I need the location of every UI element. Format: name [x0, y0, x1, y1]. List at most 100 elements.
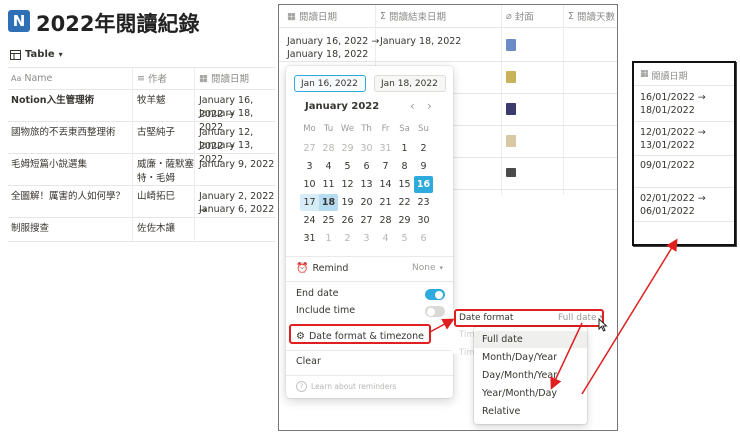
- row-date-end[interactable]: January 6, 2022: [199, 203, 274, 217]
- calendar-day[interactable]: 13: [357, 176, 376, 193]
- format-option-relative[interactable]: Relative: [482, 406, 520, 417]
- format-option-ymd[interactable]: Year/Month/Day: [482, 388, 557, 399]
- table-view-selector[interactable]: Table ▾: [10, 49, 63, 60]
- cover-thumbnail[interactable]: [506, 135, 516, 147]
- calendar-day[interactable]: 10: [300, 176, 319, 193]
- weekday-label: Su: [418, 124, 429, 134]
- calendar-icon: ▦: [199, 72, 208, 84]
- format-option-dmy[interactable]: Day/Month/Year: [482, 370, 557, 381]
- calendar-day[interactable]: 7: [376, 158, 395, 175]
- calendar-day[interactable]: 24: [300, 212, 319, 229]
- calendar-day[interactable]: 6: [357, 158, 376, 175]
- column-header-author[interactable]: ≡ 作者: [137, 67, 167, 89]
- calendar-day[interactable]: 9: [414, 158, 433, 175]
- prev-month-button[interactable]: ‹: [410, 99, 415, 113]
- calendar-day[interactable]: 31: [376, 140, 395, 157]
- row-date-start[interactable]: January 9, 2022: [199, 158, 274, 172]
- row-author[interactable]: 牧羊魃: [137, 94, 166, 108]
- calendar-day[interactable]: 28: [376, 212, 395, 229]
- calendar-day[interactable]: 3: [357, 230, 376, 247]
- calendar-day[interactable]: 30: [357, 140, 376, 157]
- calendar-day[interactable]: 29: [395, 212, 414, 229]
- learn-reminders-link[interactable]: ? Learn about reminders: [296, 381, 396, 392]
- calendar-day[interactable]: 5: [338, 158, 357, 175]
- remind-row[interactable]: ⏰ Remind: [296, 263, 348, 274]
- result-date-start[interactable]: 16/01/2022 →: [640, 91, 706, 105]
- remind-select[interactable]: None ▾: [412, 263, 443, 273]
- cover-thumbnail[interactable]: [506, 71, 516, 83]
- date-cell-start[interactable]: January 16, 2022 →: [287, 35, 379, 49]
- calendar-day[interactable]: 27: [357, 212, 376, 229]
- column-header-cover[interactable]: ⌀ 封面: [506, 5, 534, 27]
- calendar-day[interactable]: 19: [338, 194, 357, 211]
- result-date-start[interactable]: 09/01/2022: [640, 159, 695, 173]
- result-column-header[interactable]: ▦ 閱讀日期: [640, 69, 688, 82]
- row-author[interactable]: 古堅純子: [137, 126, 175, 140]
- row-name[interactable]: 制服搜查: [11, 222, 49, 236]
- row-name[interactable]: 國物旅的不丟東西整理術: [11, 126, 116, 140]
- calendar-day[interactable]: 2: [414, 140, 433, 157]
- calendar-day[interactable]: 30: [414, 212, 433, 229]
- include-time-toggle[interactable]: [425, 306, 445, 317]
- calendar-day[interactable]: 16: [414, 176, 433, 193]
- column-header-date[interactable]: ▦ 閱讀日期: [199, 67, 249, 89]
- calendar-day[interactable]: 20: [357, 194, 376, 211]
- result-date-end[interactable]: 18/01/2022: [640, 104, 695, 118]
- end-date-cell[interactable]: January 18, 2022: [380, 35, 461, 49]
- row-name[interactable]: 毛姆短篇小說選集: [11, 158, 87, 172]
- calendar-day[interactable]: 1: [319, 230, 338, 247]
- calendar-day[interactable]: 3: [300, 158, 319, 175]
- calendar-day[interactable]: 17: [300, 194, 319, 211]
- calendar-day[interactable]: 27: [300, 140, 319, 157]
- calendar-day[interactable]: 23: [414, 194, 433, 211]
- calendar-day[interactable]: 31: [300, 230, 319, 247]
- column-header-end-date[interactable]: Σ 閱讀結束日期: [380, 5, 446, 27]
- calendar-day[interactable]: 21: [376, 194, 395, 211]
- row-author[interactable]: 威廉・薩默塞特・毛姆: [137, 158, 195, 186]
- end-date-label: End date: [296, 288, 339, 299]
- calendar-day[interactable]: 2: [338, 230, 357, 247]
- date-cell-end[interactable]: January 18, 2022: [287, 48, 368, 62]
- calendar-day[interactable]: 6: [414, 230, 433, 247]
- cover-thumbnail[interactable]: [506, 39, 516, 51]
- column-header-days[interactable]: Σ 閱讀天數: [568, 5, 615, 27]
- date-picker-popup: Jan 16, 2022 Jan 18, 2022 January 2022 ‹…: [286, 66, 453, 398]
- calendar-day[interactable]: 4: [376, 230, 395, 247]
- calendar-day[interactable]: 11: [319, 176, 338, 193]
- calendar-day[interactable]: 15: [395, 176, 414, 193]
- calendar-day[interactable]: 28: [319, 140, 338, 157]
- calendar-day[interactable]: 26: [338, 212, 357, 229]
- result-date-end[interactable]: 13/01/2022: [640, 139, 695, 153]
- calendar-day[interactable]: 1: [395, 140, 414, 157]
- cover-thumbnail[interactable]: [506, 168, 516, 177]
- end-date-input[interactable]: Jan 18, 2022: [374, 75, 446, 92]
- page-title[interactable]: 2022年閱讀紀錄: [36, 8, 199, 38]
- calendar-day[interactable]: 18: [319, 194, 338, 211]
- alarm-clock-icon: ⏰: [296, 263, 309, 274]
- format-option-mdy[interactable]: Month/Day/Year: [482, 352, 557, 363]
- clear-button[interactable]: Clear: [296, 356, 321, 367]
- result-date-start[interactable]: 12/01/2022 →: [640, 126, 706, 140]
- start-date-input[interactable]: Jan 16, 2022: [294, 75, 366, 92]
- row-author[interactable]: 山崎拓巳: [137, 190, 175, 204]
- calendar-day[interactable]: 29: [338, 140, 357, 157]
- calendar-day[interactable]: 8: [395, 158, 414, 175]
- calendar-day[interactable]: 5: [395, 230, 414, 247]
- next-month-button[interactable]: ›: [427, 99, 432, 113]
- row-name[interactable]: Notion入生管理術: [11, 94, 94, 108]
- calendar-day[interactable]: 12: [338, 176, 357, 193]
- page-icon[interactable]: N: [8, 10, 30, 32]
- calendar-day[interactable]: 25: [319, 212, 338, 229]
- end-date-toggle[interactable]: [425, 289, 445, 300]
- column-header-name[interactable]: Aa Name: [11, 67, 52, 89]
- row-name[interactable]: 全圖解！厲害的人如何學？: [11, 190, 125, 204]
- calendar-day[interactable]: 14: [376, 176, 395, 193]
- column-header-date[interactable]: ▦ 閱讀日期: [287, 5, 337, 27]
- format-option-full-date[interactable]: Full date: [482, 334, 523, 345]
- calendar-day[interactable]: 22: [395, 194, 414, 211]
- result-date-end[interactable]: 06/01/2022: [640, 205, 695, 219]
- calendar-day[interactable]: 4: [319, 158, 338, 175]
- row-author[interactable]: 佐佐木讓: [137, 222, 175, 236]
- cover-thumbnail[interactable]: [506, 103, 516, 115]
- result-date-start[interactable]: 02/01/2022 →: [640, 192, 706, 206]
